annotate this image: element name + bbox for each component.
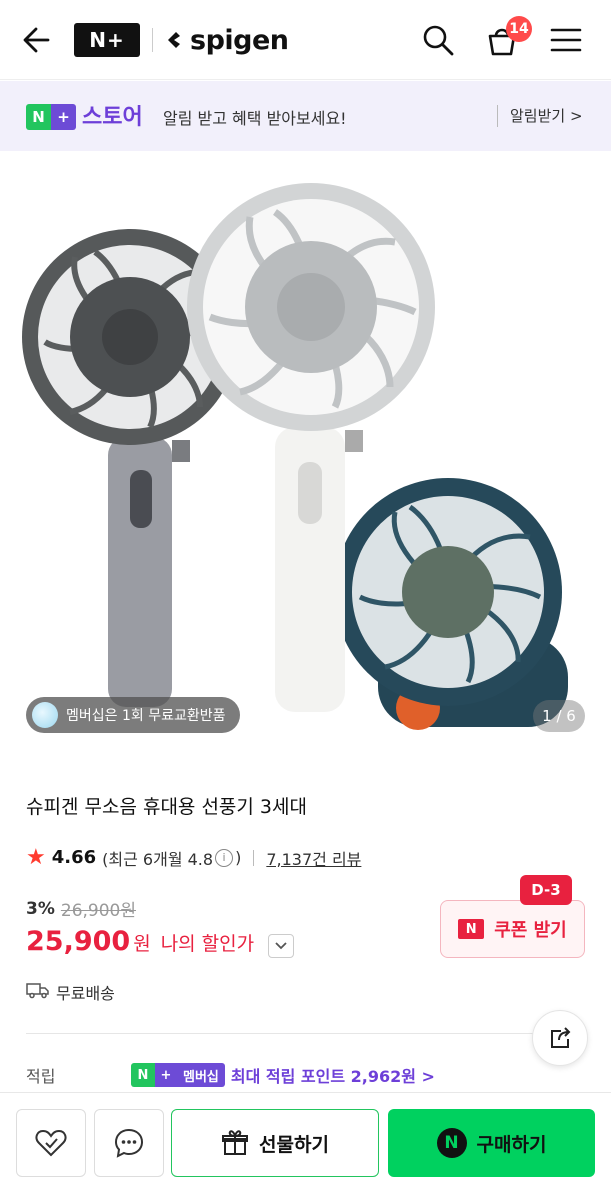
store-promo-bar[interactable]: N + 스토어 알림 받고 혜택 받아보세요! 알림받기 > (0, 81, 611, 151)
section-divider (26, 1033, 586, 1034)
membership-badge-text: 멤버십 (177, 1063, 225, 1087)
rating-divider (253, 849, 255, 866)
notify-button[interactable]: 알림받기 > (510, 105, 583, 126)
info-icon[interactable]: i (215, 848, 234, 867)
top-header: N+ spigen 14 (0, 0, 611, 80)
naver-n-icon: N (458, 919, 485, 939)
reviews-link[interactable]: 7,137건 리뷰 (266, 846, 361, 870)
truck-icon (26, 981, 50, 1003)
original-price: 26,900원 (60, 901, 136, 921)
badge-plus: + (51, 104, 76, 130)
promo-divider (497, 105, 498, 127)
shipping-row: 무료배송 (26, 980, 115, 1004)
membership-badge-n: N (131, 1063, 155, 1087)
discount-row: 3% 26,900원 (26, 896, 136, 922)
discount-percent: 3% (26, 898, 55, 919)
menu-icon[interactable] (546, 20, 586, 60)
diamond-icon (32, 702, 58, 728)
product-title: 슈피겐 무소음 휴대용 선풍기 3세대 (26, 796, 307, 818)
chat-button[interactable] (94, 1109, 164, 1177)
coupon-label: 쿠폰 받기 (494, 920, 567, 941)
brand-logo[interactable]: spigen (164, 20, 289, 60)
coupon-button[interactable]: N 쿠폰 받기 (440, 900, 585, 958)
membership-badge: N + 멤버십 (131, 1063, 225, 1087)
recent-rating-close: ) (235, 848, 242, 867)
brand-name: spigen (190, 24, 289, 56)
buy-label: 구매하기 (476, 1133, 547, 1156)
heart-check-icon (35, 1129, 67, 1157)
points-label: 적립 (26, 1067, 56, 1086)
chip-text: 멤버십은 1회 무료교환반품 (66, 708, 226, 724)
chevron-down-icon[interactable] (268, 934, 294, 958)
max-points-text: 최대 적립 포인트 2,962원 > (230, 1067, 435, 1086)
recent-rating: (최근 6개월 4.8 (102, 849, 214, 869)
wishlist-button[interactable] (16, 1109, 86, 1177)
bottom-action-bar: 선물하기 N 구매하기 (0, 1092, 611, 1200)
image-pager: 1 / 6 (533, 700, 585, 732)
promo-message: 알림 받고 혜택 받아보세요! (163, 109, 347, 128)
star-icon: ★ (26, 845, 46, 870)
membership-exchange-chip: 멤버십은 1회 무료교환반품 (26, 697, 240, 733)
buy-button[interactable]: N 구매하기 (388, 1109, 595, 1177)
currency-label: 원 (133, 933, 151, 955)
chat-bubble-icon (114, 1128, 144, 1158)
share-icon[interactable] (532, 1010, 588, 1066)
naver-plus-store-badge: N + (26, 104, 76, 130)
spigen-mark-icon (164, 28, 188, 52)
rating-score: 4.66 (51, 847, 97, 868)
header-divider (152, 28, 153, 52)
points-row[interactable]: 적립 N + 멤버십 최대 적립 포인트 2,962원 > (26, 1063, 586, 1087)
product-image-carousel[interactable]: 멤버십은 1회 무료교환반품 1 / 6 (0, 152, 611, 762)
badge-n: N (26, 104, 51, 130)
rating-row: ★ 4.66 (최근 6개월 4.8 i ) 7,137건 리뷰 (26, 845, 361, 870)
gift-button[interactable]: 선물하기 (171, 1109, 379, 1177)
shipping-text: 무료배송 (56, 984, 115, 1003)
my-discount-label: 나의 할인가 (160, 933, 255, 955)
naver-plus-badge[interactable]: N+ (74, 23, 140, 57)
sale-price: 25,900 (26, 926, 131, 957)
search-icon[interactable] (418, 20, 458, 60)
naver-pay-icon: N (436, 1128, 467, 1158)
gift-icon (222, 1130, 249, 1155)
product-photo (22, 183, 568, 730)
store-label: 스토어 (82, 105, 143, 130)
dday-badge: D-3 (520, 875, 572, 905)
cart-count-badge: 14 (506, 16, 532, 42)
membership-badge-plus: + (155, 1063, 177, 1087)
price-row: 25,900 원 나의 할인가 (26, 926, 254, 957)
gift-label: 선물하기 (259, 1133, 329, 1156)
back-arrow-icon[interactable] (18, 22, 58, 58)
